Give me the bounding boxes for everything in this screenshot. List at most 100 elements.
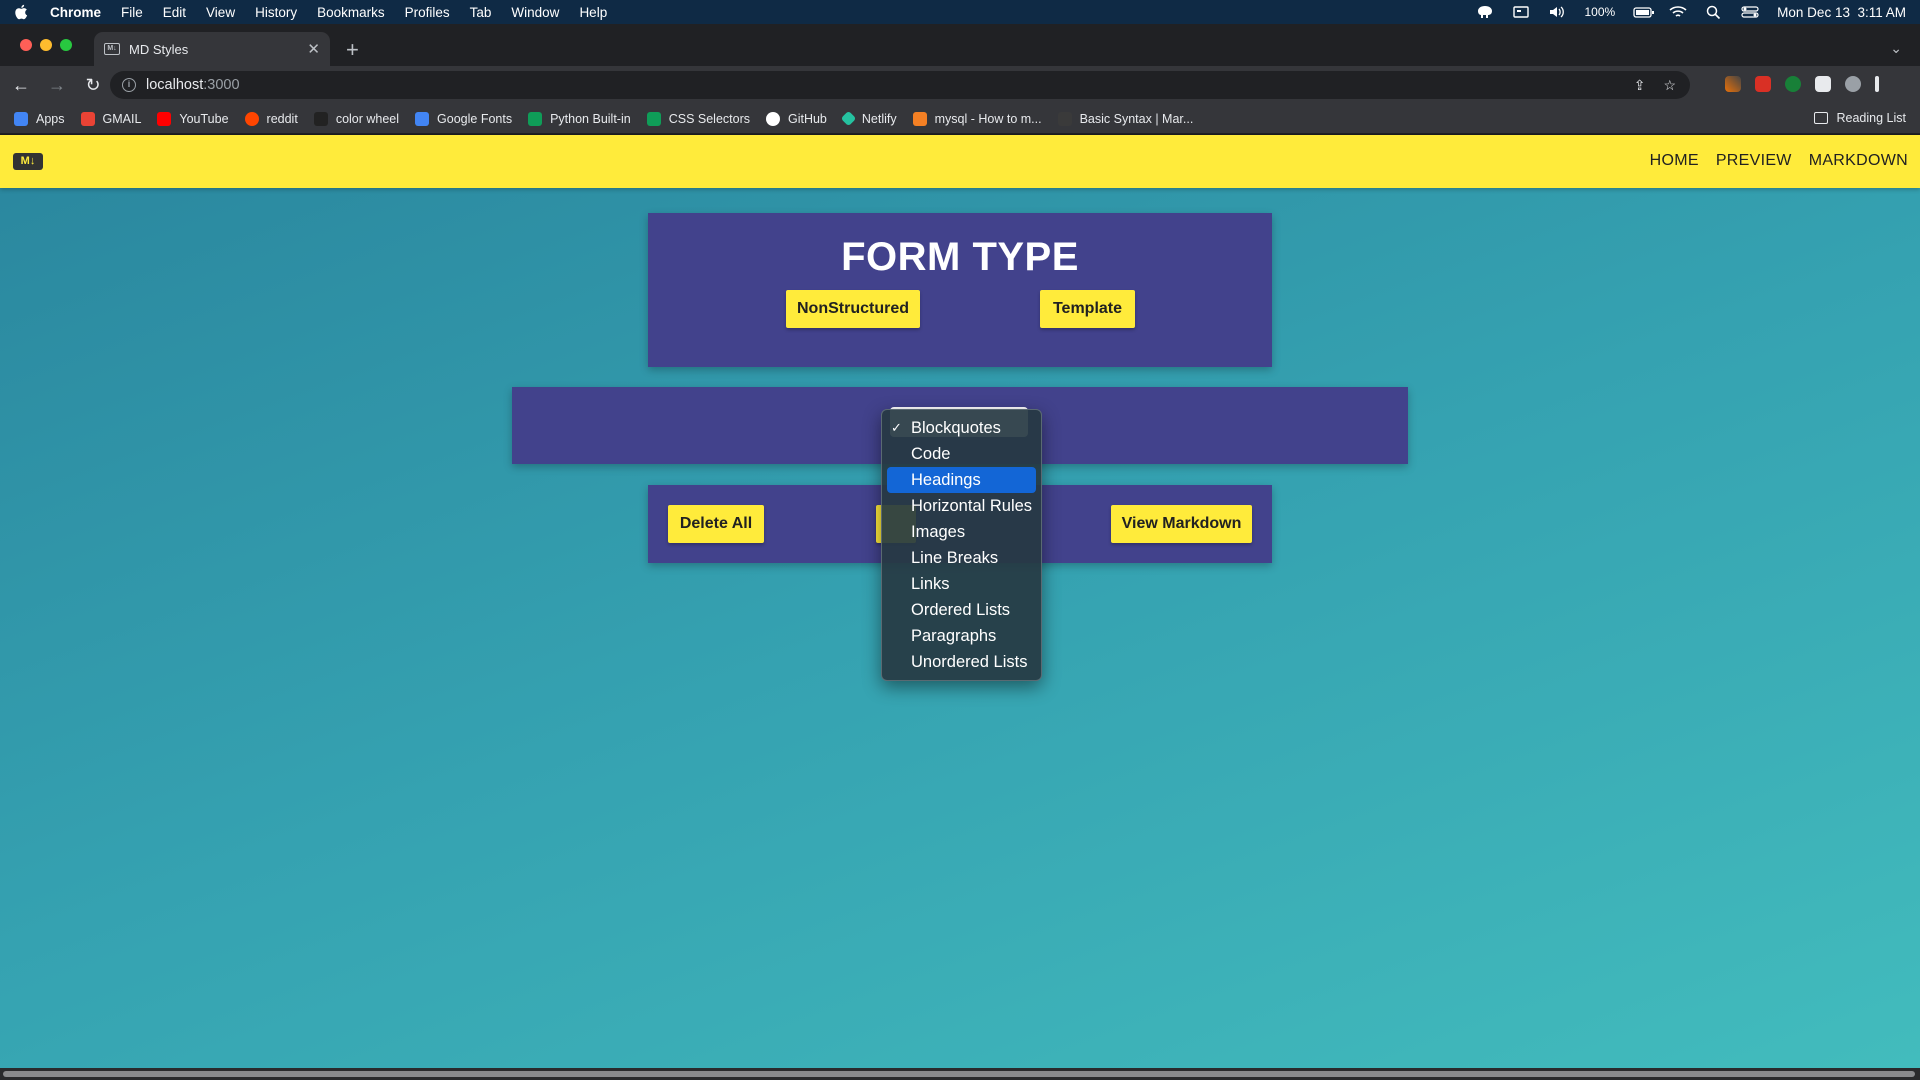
bookmark-reddit[interactable]: reddit — [244, 111, 298, 126]
menu-bookmarks[interactable]: Bookmarks — [317, 5, 385, 20]
gmail-icon — [80, 111, 95, 126]
bookmark-gmail[interactable]: GMAIL — [80, 111, 141, 126]
window-controls — [20, 39, 72, 51]
menu-help[interactable]: Help — [579, 5, 607, 20]
nav-home-link[interactable]: HOME — [1650, 152, 1699, 170]
nav-links: HOME PREVIEW MARKDOWN — [1650, 152, 1908, 170]
bookmark-css-selectors[interactable]: CSS Selectors — [646, 111, 750, 126]
netlify-icon — [840, 110, 857, 127]
apps-grid-icon — [14, 111, 28, 126]
menu-view[interactable]: View — [206, 5, 235, 20]
wifi-icon[interactable] — [1669, 5, 1687, 19]
minimize-window-button[interactable] — [40, 39, 52, 51]
tab-md-styles[interactable]: M↓ MD Styles ✕ — [94, 32, 330, 66]
form-type-card: FORM TYPE NonStructured Template — [648, 213, 1272, 367]
bookmark-basic-syntax[interactable]: Basic Syntax | Mar... — [1057, 111, 1194, 126]
browser-toolbar: ← → ↻ i localhost:3000 ⇪ ☆ — [0, 66, 1920, 104]
bookmark-color-wheel[interactable]: color wheel — [313, 111, 399, 126]
share-icon[interactable]: ⇪ — [1634, 77, 1646, 94]
site-navbar: M↓ HOME PREVIEW MARKDOWN — [0, 135, 1920, 188]
menu-history[interactable]: History — [255, 5, 297, 20]
option-ordered-lists[interactable]: Ordered Lists — [887, 597, 1036, 623]
option-label: Paragraphs — [911, 627, 997, 645]
bookmark-label: Netlify — [861, 111, 897, 126]
control-center-icon[interactable] — [1741, 5, 1759, 19]
option-label: Horizontal Rules — [911, 497, 1033, 515]
bookmark-star-icon[interactable]: ☆ — [1663, 77, 1676, 94]
bookmark-mysql[interactable]: mysql - How to m... — [912, 111, 1042, 126]
bookmark-apps[interactable]: Apps — [14, 111, 65, 126]
bookmark-netlify[interactable]: Netlify — [840, 110, 897, 127]
zoom-window-button[interactable] — [60, 39, 72, 51]
bookmark-label: CSS Selectors — [668, 111, 750, 126]
tab-search-chevron-icon[interactable]: ⌄ — [1890, 40, 1902, 57]
bookmark-label: Apps — [36, 111, 65, 126]
nav-markdown-link[interactable]: MARKDOWN — [1809, 152, 1908, 170]
option-unordered-lists[interactable]: Unordered Lists — [887, 649, 1036, 675]
option-blockquotes[interactable]: ✓ Blockquotes — [887, 415, 1036, 441]
bookmark-label: Python Built-in — [550, 111, 631, 126]
menu-edit[interactable]: Edit — [163, 5, 186, 20]
menu-tab[interactable]: Tab — [470, 5, 492, 20]
back-arrow-icon[interactable]: ← — [6, 75, 36, 96]
extensions-puzzle-icon[interactable] — [1815, 76, 1831, 92]
menu-window[interactable]: Window — [511, 5, 559, 20]
reload-icon[interactable]: ↻ — [78, 75, 108, 96]
new-tab-icon[interactable]: + — [346, 39, 359, 61]
elephant-icon[interactable] — [1476, 5, 1494, 19]
extension-green-icon[interactable] — [1785, 76, 1801, 92]
tab-strip: M↓ MD Styles ✕ + ⌄ — [0, 24, 1920, 66]
bookmark-github[interactable]: GitHub — [765, 111, 827, 126]
view-markdown-button[interactable]: View Markdown — [1111, 505, 1252, 543]
battery-percent: 100% — [1584, 5, 1616, 19]
menu-file[interactable]: File — [121, 5, 143, 20]
scrollbar-thumb[interactable] — [3, 1071, 1915, 1077]
option-line-breaks[interactable]: Line Breaks — [887, 545, 1036, 571]
option-paragraphs[interactable]: Paragraphs — [887, 623, 1036, 649]
bookmark-label: Basic Syntax | Mar... — [1079, 111, 1194, 126]
volume-icon[interactable] — [1548, 5, 1566, 19]
tab-title: MD Styles — [129, 41, 189, 57]
option-horizontal-rules[interactable]: Horizontal Rules — [887, 493, 1036, 519]
nonstructured-button[interactable]: NonStructured — [786, 290, 920, 328]
markdown-favicon-icon: M↓ — [104, 43, 120, 55]
close-window-button[interactable] — [20, 39, 32, 51]
extension-red-icon[interactable] — [1755, 76, 1771, 92]
delete-all-button[interactable]: Delete All — [668, 505, 764, 543]
extension-icons — [1725, 76, 1879, 92]
macos-menubar: Chrome File Edit View History Bookmarks … — [0, 0, 1920, 24]
forward-arrow-icon[interactable]: → — [42, 75, 72, 96]
google-fonts-icon — [415, 111, 430, 126]
option-headings[interactable]: Headings — [887, 467, 1036, 493]
site-info-icon[interactable]: i — [122, 78, 136, 92]
nav-preview-link[interactable]: PREVIEW — [1716, 152, 1792, 170]
menu-profiles[interactable]: Profiles — [405, 5, 450, 20]
reading-list[interactable]: Reading List — [1813, 111, 1906, 125]
extension-colorpick-icon[interactable] — [1725, 76, 1741, 92]
bookmark-youtube[interactable]: YouTube — [157, 111, 229, 126]
menubar-datetime[interactable]: Mon Dec 13 3:11 AM — [1777, 5, 1906, 20]
bookmark-label: Google Fonts — [437, 111, 513, 126]
option-code[interactable]: Code — [887, 441, 1036, 467]
option-label: Links — [911, 575, 950, 593]
apple-icon[interactable] — [14, 4, 28, 20]
github-icon — [765, 111, 780, 126]
markdown-logo-icon[interactable]: M↓ — [13, 153, 43, 170]
bookmark-label: YouTube — [179, 111, 229, 126]
option-links[interactable]: Links — [887, 571, 1036, 597]
profile-avatar[interactable] — [1845, 76, 1861, 92]
option-label: Blockquotes — [911, 419, 1001, 437]
element-type-dropdown: ✓ Blockquotes Code Headings Horizontal Ru… — [881, 409, 1042, 681]
spotlight-search-icon[interactable] — [1705, 5, 1723, 20]
display-icon[interactable] — [1512, 5, 1530, 19]
template-button[interactable]: Template — [1040, 290, 1135, 328]
option-images[interactable]: Images — [887, 519, 1036, 545]
menubar-app-name[interactable]: Chrome — [50, 5, 101, 20]
address-bar[interactable]: i localhost:3000 ⇪ ☆ — [110, 71, 1690, 99]
chrome-menu-icon[interactable] — [1875, 76, 1879, 92]
bookmark-python-builtin[interactable]: Python Built-in — [528, 111, 631, 126]
close-tab-icon[interactable]: ✕ — [307, 40, 320, 58]
horizontal-scrollbar[interactable] — [0, 1068, 1920, 1080]
bookmark-google-fonts[interactable]: Google Fonts — [415, 111, 513, 126]
battery-icon[interactable] — [1633, 5, 1655, 19]
